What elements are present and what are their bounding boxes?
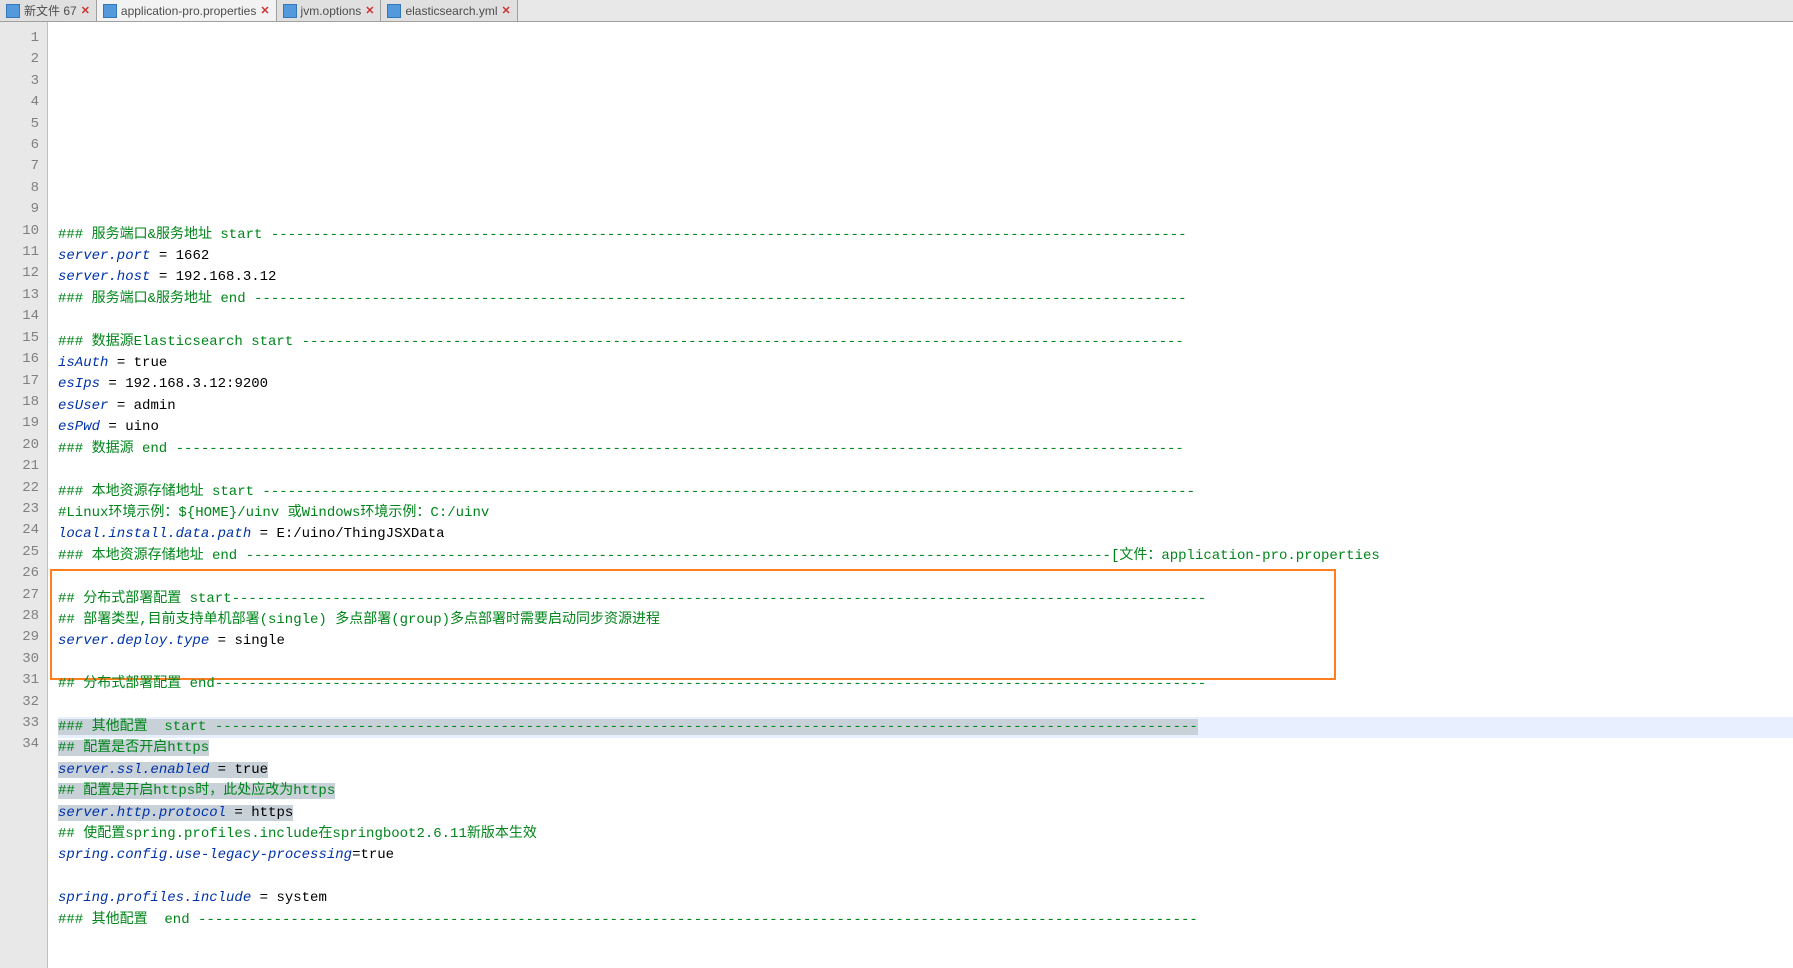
code-line[interactable] (58, 696, 1793, 717)
code-line[interactable]: ### 本地资源存储地址 end -----------------------… (58, 546, 1793, 567)
code-line[interactable]: ## 分布式部署配置 start------------------------… (58, 589, 1793, 610)
code-line[interactable] (58, 460, 1793, 481)
line-number: 16 (0, 349, 47, 370)
close-icon[interactable]: ✕ (502, 4, 511, 17)
line-number: 26 (0, 563, 47, 584)
line-number: 31 (0, 670, 47, 691)
line-number: 1 (0, 28, 47, 49)
tab-elasticsearch-yml[interactable]: elasticsearch.yml ✕ (381, 0, 517, 21)
tab-bar: 新文件 67 ✕ application-pro.properties ✕ jv… (0, 0, 1793, 22)
code-line[interactable]: ### 服务端口&服务地址 end ----------------------… (58, 289, 1793, 310)
code-line[interactable]: ## 配置是否开启https (58, 738, 1793, 759)
line-number: 30 (0, 649, 47, 670)
code-line[interactable]: esUser = admin (58, 396, 1793, 417)
line-number: 14 (0, 306, 47, 327)
code-line[interactable] (58, 867, 1793, 888)
code-line[interactable]: esIps = 192.168.3.12:9200 (58, 374, 1793, 395)
code-line[interactable]: esPwd = uino (58, 417, 1793, 438)
line-number: 23 (0, 499, 47, 520)
line-number: 24 (0, 520, 47, 541)
code-line[interactable]: server.deploy.type = single (58, 631, 1793, 652)
line-number: 22 (0, 478, 47, 499)
code-line[interactable] (58, 310, 1793, 331)
code-line[interactable]: ## 部署类型,目前支持单机部署(single) 多点部署(group)多点部署… (58, 610, 1793, 631)
line-number: 12 (0, 263, 47, 284)
line-number: 18 (0, 392, 47, 413)
code-line[interactable]: server.port = 1662 (58, 246, 1793, 267)
tab-label: elasticsearch.yml (405, 4, 497, 18)
code-line[interactable]: ## 使配置spring.profiles.include在springboot… (58, 824, 1793, 845)
file-icon (103, 4, 117, 18)
code-line[interactable] (58, 653, 1793, 674)
file-icon (387, 4, 401, 18)
line-number: 4 (0, 92, 47, 113)
code-line[interactable]: local.install.data.path = E:/uino/ThingJ… (58, 524, 1793, 545)
file-icon (283, 4, 297, 18)
line-number: 8 (0, 178, 47, 199)
code-line[interactable]: server.ssl.enabled = true (58, 760, 1793, 781)
tab-label: jvm.options (301, 4, 362, 18)
line-number: 19 (0, 413, 47, 434)
code-line[interactable]: isAuth = true (58, 353, 1793, 374)
code-line[interactable]: ## 配置是开启https时，此处应改为https (58, 781, 1793, 802)
line-number: 27 (0, 585, 47, 606)
line-number: 29 (0, 627, 47, 648)
close-icon[interactable]: ✕ (81, 4, 90, 17)
line-number: 11 (0, 242, 47, 263)
tab-label: application-pro.properties (121, 4, 256, 18)
line-number: 15 (0, 328, 47, 349)
code-line[interactable]: ### 服务端口&服务地址 start --------------------… (58, 225, 1793, 246)
line-number: 17 (0, 371, 47, 392)
code-line[interactable]: ### 其他配置 start -------------------------… (58, 717, 1793, 738)
line-number: 10 (0, 221, 47, 242)
file-icon (6, 4, 20, 18)
line-number: 13 (0, 285, 47, 306)
code-line[interactable]: #Linux环境示例：${HOME}/uinv 或Windows环境示例：C:/… (58, 503, 1793, 524)
line-number: 20 (0, 435, 47, 456)
close-icon[interactable]: ✕ (260, 4, 269, 17)
line-number: 25 (0, 542, 47, 563)
line-number: 9 (0, 199, 47, 220)
code-line[interactable]: ### 其他配置 end ---------------------------… (58, 910, 1793, 931)
code-line[interactable] (58, 931, 1793, 952)
line-number: 21 (0, 456, 47, 477)
tab-label: 新文件 67 (24, 2, 77, 19)
code-line[interactable]: ### 数据源Elasticsearch start -------------… (58, 332, 1793, 353)
line-number: 5 (0, 114, 47, 135)
close-icon[interactable]: ✕ (365, 4, 374, 17)
code-line[interactable]: spring.profiles.include = system (58, 888, 1793, 909)
code-line[interactable] (58, 567, 1793, 588)
code-line[interactable]: ### 数据源 end ----------------------------… (58, 439, 1793, 460)
line-number: 6 (0, 135, 47, 156)
tab-jvm-options[interactable]: jvm.options ✕ (277, 0, 382, 21)
line-number: 32 (0, 692, 47, 713)
tab-newfile[interactable]: 新文件 67 ✕ (0, 0, 97, 21)
code-area[interactable]: ### 服务端口&服务地址 start --------------------… (48, 22, 1793, 968)
line-number: 34 (0, 734, 47, 755)
code-line[interactable]: ## 分布式部署配置 end--------------------------… (58, 674, 1793, 695)
line-number: 7 (0, 156, 47, 177)
line-number: 28 (0, 606, 47, 627)
editor[interactable]: 1234567891011121314151617181920212223242… (0, 22, 1793, 968)
line-number: 3 (0, 71, 47, 92)
code-line[interactable]: ### 本地资源存储地址 start ---------------------… (58, 482, 1793, 503)
line-number: 2 (0, 49, 47, 70)
line-number: 33 (0, 713, 47, 734)
code-line[interactable]: server.host = 192.168.3.12 (58, 267, 1793, 288)
tab-application-pro[interactable]: application-pro.properties ✕ (97, 0, 277, 21)
line-number-gutter: 1234567891011121314151617181920212223242… (0, 22, 48, 968)
code-line[interactable]: server.http.protocol = https (58, 803, 1793, 824)
code-line[interactable]: spring.config.use-legacy-processing=true (58, 845, 1793, 866)
